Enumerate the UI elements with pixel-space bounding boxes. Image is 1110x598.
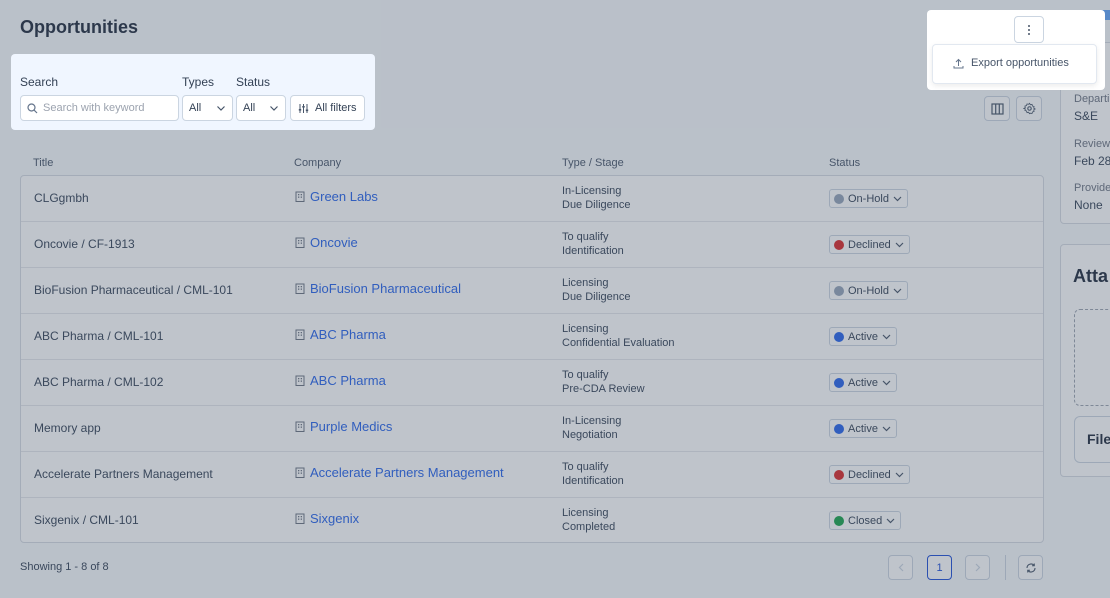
search-icon xyxy=(27,102,38,113)
search-box xyxy=(20,95,179,121)
more-actions-button[interactable] xyxy=(1014,16,1044,43)
all-filters-button[interactable]: All filters xyxy=(290,95,365,121)
search-label: Search xyxy=(20,75,59,89)
export-opportunities-label: Export opportunities xyxy=(971,57,1069,69)
types-label: Types xyxy=(182,75,215,89)
export-opportunities-item[interactable]: Export opportunities xyxy=(953,57,1069,69)
actions-dropdown: Export opportunities xyxy=(932,44,1097,84)
all-filters-label: All filters xyxy=(315,102,357,114)
chevron-down-icon xyxy=(217,106,225,111)
status-label: Status xyxy=(236,75,271,89)
sliders-icon xyxy=(298,103,309,113)
status-select[interactable]: All xyxy=(236,95,286,121)
chevron-down-icon xyxy=(270,106,278,111)
kebab-icon xyxy=(1028,24,1030,35)
types-value: All xyxy=(189,102,202,114)
upload-icon xyxy=(953,58,964,68)
types-select[interactable]: All xyxy=(182,95,233,121)
status-value: All xyxy=(243,102,256,114)
search-input[interactable] xyxy=(43,102,168,114)
